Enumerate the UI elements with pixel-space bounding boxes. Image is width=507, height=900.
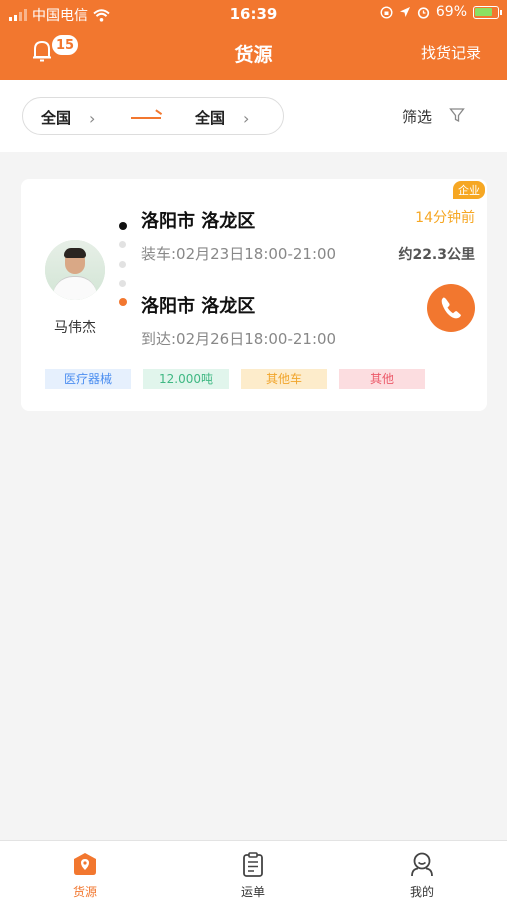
status-bar: 中国电信 16:39 69% (0, 0, 507, 28)
tag-vehicle-type: 其他车 (241, 369, 327, 389)
distance-label: 约22.3公里 (398, 247, 475, 263)
timeline-dot-icon (119, 241, 126, 248)
nav-row: 15 货源 找货记录 (0, 28, 507, 80)
bottom-tab-bar: 货源 运单 我的 (0, 840, 507, 900)
tag-weight: 12.000吨 (143, 369, 229, 389)
chevron-right-icon: › (89, 109, 96, 128)
route-selector[interactable]: 全国 › 全国 › (22, 97, 284, 135)
cargo-pin-icon (74, 853, 96, 875)
posted-time: 14分钟前 (415, 210, 475, 226)
cargo-card[interactable]: 企业 马伟杰 洛阳市 洛龙区 装车:02月23日18:00-21:00 洛阳市 … (21, 179, 487, 411)
load-time: 装车:02月23日18:00-21:00 (141, 245, 337, 263)
tab-profile[interactable]: 我的 (372, 841, 472, 900)
arrive-time: 到达:02月26日18:00-21:00 (141, 330, 337, 348)
call-button[interactable] (427, 284, 475, 332)
origin-region[interactable]: 全国 (41, 107, 71, 128)
alarm-icon (417, 6, 429, 19)
tab-label: 运单 (240, 885, 265, 899)
driver-name: 马伟杰 (54, 320, 96, 336)
location-arrow-icon (399, 7, 410, 17)
lock-rotation-icon (380, 5, 393, 19)
timeline-dot-icon (119, 261, 126, 268)
tab-waybill[interactable]: 运单 (203, 841, 303, 900)
enterprise-badge: 企业 (453, 181, 485, 199)
destination-dot-icon (119, 298, 127, 306)
tab-label: 我的 (409, 885, 434, 899)
battery-icon (473, 5, 502, 19)
route-arrow-icon (131, 117, 161, 119)
filter-button[interactable]: 筛选 (402, 106, 432, 127)
search-history-link[interactable]: 找货记录 (421, 42, 481, 63)
funnel-icon[interactable] (449, 107, 465, 123)
chevron-right-icon: › (243, 109, 250, 128)
origin-city: 洛阳市 洛龙区 (141, 211, 256, 232)
top-bar: 中国电信 16:39 69% 15 货源 找货记录 (0, 0, 507, 80)
timeline-dot-icon (119, 280, 126, 287)
user-icon (411, 852, 433, 877)
origin-dot-icon (119, 222, 127, 230)
phone-icon (441, 297, 461, 319)
filter-bar: 全国 › 全国 › 筛选 (0, 80, 507, 152)
destination-city: 洛阳市 洛龙区 (141, 296, 256, 317)
clipboard-icon (243, 852, 263, 877)
battery-percent: 69% (435, 4, 467, 20)
destination-region[interactable]: 全国 (195, 107, 225, 128)
avatar[interactable] (45, 240, 105, 300)
tab-label: 货源 (72, 885, 97, 899)
tab-cargo[interactable]: 货源 (35, 841, 135, 900)
tag-cargo-type: 医疗器械 (45, 369, 131, 389)
status-right: 69% (380, 4, 502, 20)
tag-other: 其他 (339, 369, 425, 389)
